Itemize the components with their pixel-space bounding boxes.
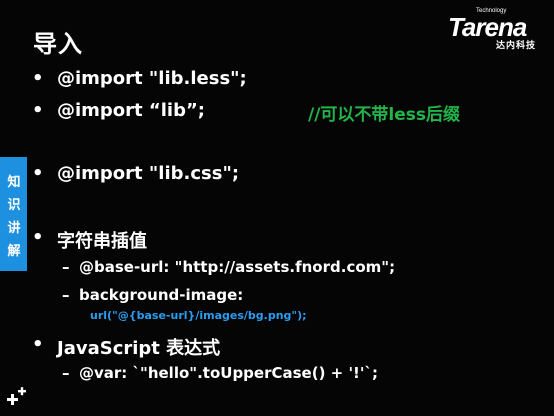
sub-dash: – [62, 258, 70, 276]
sub-text: @base-url: "http://assets.fnord.com"; [79, 258, 396, 276]
sub-text: @var: `"hello".toUpperCase() + '!'`; [79, 364, 378, 382]
side-tab-char: 知 [7, 175, 21, 190]
bullet-dot: • [32, 334, 44, 355]
bullet-text: 字符串插值 [57, 231, 147, 252]
logo-subtitle: 达内科技 [496, 41, 537, 51]
side-tab-char: 解 [7, 244, 21, 259]
bullet-dot: • [32, 163, 44, 184]
sub-dash: – [62, 364, 70, 382]
bullet-dot: • [32, 227, 44, 248]
side-tab-char: 讲 [7, 221, 21, 236]
code-line: url("@{base-url}/images/bg.png"); [90, 309, 307, 322]
bullet-text: @import "lib.less"; [57, 68, 247, 89]
slide: 导入 Technology Tarena 达内科技 • @import "lib… [0, 0, 554, 416]
code-comment: //可以不带less后缀 [308, 105, 461, 125]
bullet-dot: • [32, 100, 44, 121]
bullet-dot: • [32, 68, 44, 89]
sub-dash: – [62, 286, 70, 304]
bullet-text: JavaScript 表达式 [57, 338, 221, 359]
side-tab[interactable]: 知 识 讲 解 [0, 157, 27, 271]
bullet-text: @import "lib.css"; [57, 163, 240, 184]
bullet-text: @import “lib”; [57, 100, 206, 121]
tarena-logo: Technology Tarena 达内科技 [446, 8, 546, 52]
sub-text: background-image: [79, 286, 244, 304]
side-tab-char: 识 [7, 198, 21, 213]
plus-cluster-icon [7, 387, 26, 405]
slide-title: 导入 [33, 30, 83, 58]
